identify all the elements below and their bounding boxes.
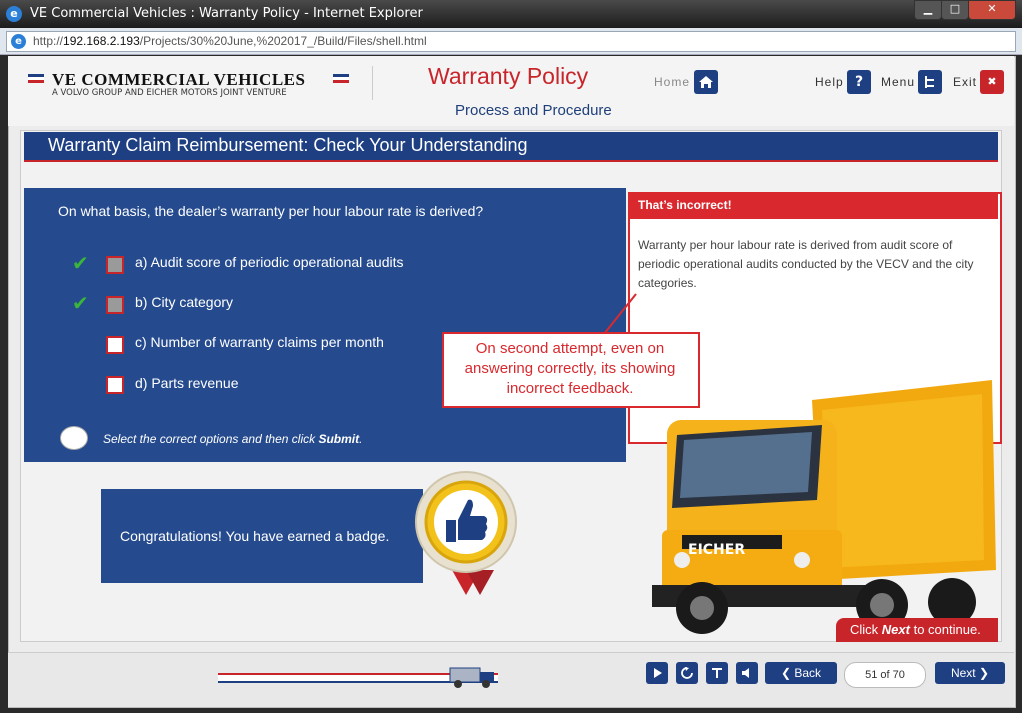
option-d-label[interactable]: d) Parts revenue: [135, 375, 239, 391]
exit-label: Exit: [953, 75, 978, 89]
play-button[interactable]: [646, 662, 668, 684]
help-button[interactable]: ?: [847, 70, 871, 94]
instruction-text: Select the correct options and then clic…: [103, 432, 363, 446]
back-button[interactable]: ❮ Back: [765, 662, 837, 684]
chevron-right-icon: ❯: [975, 666, 990, 680]
badge-text: Congratulations! You have earned a badge…: [120, 528, 390, 544]
feedback-body: Warranty per hour labour rate is derived…: [638, 238, 974, 290]
option-d-checkbox[interactable]: [106, 376, 124, 394]
minimize-button[interactable]: ▁: [914, 0, 942, 20]
truck-brand: EICHER: [688, 542, 745, 558]
logo-flag-right-icon: [333, 74, 349, 83]
option-c-label[interactable]: c) Number of warranty claims per month: [135, 334, 384, 350]
page-indicator: 51 of 70: [844, 662, 926, 688]
feedback-title: That’s incorrect!: [638, 198, 732, 212]
window-titlebar: e VE Commercial Vehicles : Warranty Poli…: [0, 0, 1022, 28]
continue-text: Click Next to continue.: [850, 622, 981, 637]
next-button[interactable]: Next ❯: [935, 662, 1005, 684]
slide-title: Warranty Claim Reimbursement: Check Your…: [48, 135, 528, 155]
course-title: Warranty Policy: [428, 63, 589, 89]
chevron-left-icon: ❮: [780, 666, 795, 680]
menu-button[interactable]: [918, 70, 942, 94]
mouse-icon: [60, 426, 88, 450]
url-text: http://192.168.2.193/Projects/30%20June,…: [33, 34, 427, 48]
header-divider: [372, 66, 373, 100]
option-b-checkbox[interactable]: [106, 296, 124, 314]
question-text: On what basis, the dealer’s warranty per…: [58, 203, 484, 219]
replay-icon: [681, 667, 693, 679]
page-icon: e: [11, 34, 26, 49]
home-button[interactable]: [694, 70, 718, 94]
option-a-label[interactable]: a) Audit score of periodic operational a…: [135, 254, 404, 270]
correct-tick-icon: ✔: [72, 251, 89, 275]
speaker-icon: [742, 668, 749, 678]
thumbs-up-badge-icon: [415, 471, 517, 595]
replay-button[interactable]: [676, 662, 698, 684]
help-label: Help: [815, 75, 844, 89]
option-c-checkbox[interactable]: [106, 336, 124, 354]
eicher-truck-image: EICHER: [652, 380, 996, 634]
correct-tick-icon: ✔: [72, 291, 89, 315]
home-label: Home: [654, 75, 691, 89]
maximize-button[interactable]: □: [941, 0, 969, 20]
question-panel: [24, 188, 626, 462]
address-bar: e http://192.168.2.193/Projects/30%20Jun…: [0, 28, 1022, 55]
transcript-button[interactable]: [706, 662, 728, 684]
play-icon: [654, 668, 662, 678]
close-window-button[interactable]: ✕: [968, 0, 1016, 20]
company-logo: VE COMMERCIAL VEHICLES: [52, 70, 306, 89]
url-field[interactable]: e http://192.168.2.193/Projects/30%20Jun…: [6, 31, 1016, 52]
exit-button[interactable]: ✖: [980, 70, 1004, 94]
menu-label: Menu: [881, 75, 916, 89]
logo-flag-left-icon: [28, 74, 44, 83]
ie-icon: e: [6, 6, 22, 22]
transcript-icon: [712, 668, 722, 678]
progress-truck-icon[interactable]: [448, 664, 498, 690]
company-tagline: A VOLVO GROUP AND EICHER MOTORS JOINT VE…: [52, 88, 287, 98]
audio-button[interactable]: [736, 662, 758, 684]
option-b-label[interactable]: b) City category: [135, 294, 233, 310]
window-title: VE Commercial Vehicles : Warranty Policy…: [30, 6, 423, 21]
menu-tree-icon: [925, 76, 934, 88]
option-a-checkbox[interactable]: [106, 256, 124, 274]
course-subtitle: Process and Procedure: [455, 102, 612, 119]
home-icon: [699, 76, 713, 88]
